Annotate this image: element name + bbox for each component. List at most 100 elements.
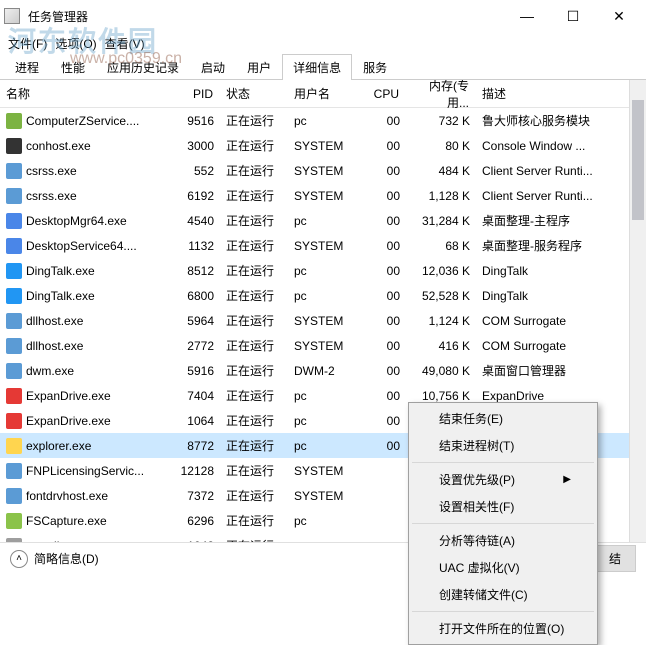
table-row[interactable]: DesktopMgr64.exe4540正在运行pc0031,284 K桌面整理… — [0, 208, 629, 233]
col-mem[interactable]: 内存(专用... — [406, 80, 476, 115]
process-name: FNPLicensingServic... — [26, 464, 144, 478]
scrollbar-thumb[interactable] — [632, 100, 644, 220]
process-user: SYSTEM — [288, 187, 364, 205]
tab-history[interactable]: 应用历史记录 — [96, 54, 190, 80]
table-row[interactable]: dllhost.exe2772正在运行SYSTEM00416 KCOM Surr… — [0, 333, 629, 358]
process-name: ExpanDrive.exe — [26, 389, 111, 403]
process-mem: 416 K — [406, 337, 476, 355]
process-pid: 4540 — [170, 212, 220, 230]
grid-header: 名称 PID 状态 用户名 CPU 内存(专用... 描述 — [0, 80, 629, 108]
process-mem: 68 K — [406, 237, 476, 255]
process-desc: Client Server Runti... — [476, 162, 616, 180]
table-row[interactable]: dllhost.exe5964正在运行SYSTEM001,124 KCOM Su… — [0, 308, 629, 333]
process-pid: 6296 — [170, 512, 220, 530]
process-name: explorer.exe — [26, 439, 91, 453]
ctx-analyze[interactable]: 分析等待链(A) — [411, 527, 595, 554]
col-pid[interactable]: PID — [170, 83, 220, 105]
menu-options[interactable]: 选项(O) — [55, 35, 96, 52]
tab-performance[interactable]: 性能 — [50, 54, 96, 80]
process-desc: DingTalk — [476, 262, 616, 280]
table-row[interactable]: DesktopService64....1132正在运行SYSTEM0068 K… — [0, 233, 629, 258]
process-pid: 5916 — [170, 362, 220, 380]
process-status: 正在运行 — [220, 335, 288, 356]
menubar: 文件(F) 选项(O) 查看(V) — [0, 32, 646, 54]
process-pid: 9516 — [170, 112, 220, 130]
tab-users[interactable]: 用户 — [236, 54, 282, 80]
process-status: 正在运行 — [220, 460, 288, 481]
process-pid: 12128 — [170, 462, 220, 480]
menu-file[interactable]: 文件(F) — [8, 35, 47, 52]
process-cpu: 00 — [364, 112, 406, 130]
process-cpu — [364, 494, 406, 498]
process-status: 正在运行 — [220, 260, 288, 281]
fewer-details-button[interactable]: ˄ 简略信息(D) — [10, 550, 99, 568]
ctx-uac[interactable]: UAC 虚拟化(V) — [411, 554, 595, 581]
end-task-button[interactable]: 结 — [594, 545, 636, 572]
process-user: SYSTEM — [288, 337, 364, 355]
process-pid: 3000 — [170, 137, 220, 155]
process-user: pc — [288, 287, 364, 305]
col-cpu[interactable]: CPU — [364, 83, 406, 105]
process-user: SYSTEM — [288, 312, 364, 330]
process-pid: 1048 — [170, 537, 220, 543]
ctx-affinity[interactable]: 设置相关性(F) — [411, 493, 595, 520]
ctx-priority[interactable]: 设置优先级(P)▶ — [411, 466, 595, 493]
ctx-separator — [412, 462, 594, 463]
menu-view[interactable]: 查看(V) — [105, 35, 145, 52]
table-row[interactable]: csrss.exe6192正在运行SYSTEM001,128 KClient S… — [0, 183, 629, 208]
process-desc: 桌面窗口管理器 — [476, 360, 616, 381]
process-cpu: 00 — [364, 237, 406, 255]
table-row[interactable]: DingTalk.exe8512正在运行pc0012,036 KDingTalk — [0, 258, 629, 283]
process-pid: 7404 — [170, 387, 220, 405]
col-user[interactable]: 用户名 — [288, 81, 364, 106]
process-pid: 5964 — [170, 312, 220, 330]
table-row[interactable]: ComputerZService....9516正在运行pc00732 K鲁大师… — [0, 108, 629, 133]
tab-startup[interactable]: 启动 — [190, 54, 236, 80]
tab-services[interactable]: 服务 — [352, 54, 398, 80]
process-desc: COM Surrogate — [476, 312, 616, 330]
process-icon — [6, 263, 22, 279]
process-status: 正在运行 — [220, 485, 288, 506]
process-icon — [6, 388, 22, 404]
process-mem: 12,036 K — [406, 262, 476, 280]
ctx-end-task[interactable]: 结束任务(E) — [411, 405, 595, 432]
process-user: SYSTEM — [288, 137, 364, 155]
table-row[interactable]: conhost.exe3000正在运行SYSTEM0080 KConsole W… — [0, 133, 629, 158]
tab-details[interactable]: 详细信息 — [282, 54, 352, 80]
col-desc[interactable]: 描述 — [476, 81, 616, 106]
ctx-separator — [412, 523, 594, 524]
process-pid: 6800 — [170, 287, 220, 305]
ctx-end-tree[interactable]: 结束进程树(T) — [411, 432, 595, 459]
process-name: dllhost.exe — [26, 339, 83, 353]
process-icon — [6, 313, 22, 329]
tabstrip: 进程 性能 应用历史记录 启动 用户 详细信息 服务 — [0, 54, 646, 80]
process-cpu: 00 — [364, 312, 406, 330]
close-button[interactable]: ✕ — [596, 1, 642, 31]
process-icon — [6, 438, 22, 454]
table-row[interactable]: csrss.exe552正在运行SYSTEM00484 KClient Serv… — [0, 158, 629, 183]
process-status: 正在运行 — [220, 135, 288, 156]
process-cpu: 00 — [364, 212, 406, 230]
process-status: 正在运行 — [220, 410, 288, 431]
minimize-button[interactable]: — — [504, 1, 550, 31]
process-cpu: 00 — [364, 162, 406, 180]
process-status: 正在运行 — [220, 535, 288, 542]
col-name[interactable]: 名称 — [0, 81, 170, 106]
col-status[interactable]: 状态 — [220, 81, 288, 106]
table-row[interactable]: dwm.exe5916正在运行DWM-20049,080 K桌面窗口管理器 — [0, 358, 629, 383]
process-name: DesktopService64.... — [26, 239, 137, 253]
maximize-button[interactable]: ☐ — [550, 1, 596, 31]
process-pid: 8772 — [170, 437, 220, 455]
process-status: 正在运行 — [220, 210, 288, 231]
chevron-up-icon: ˄ — [10, 550, 28, 568]
process-mem: 1,128 K — [406, 187, 476, 205]
ctx-dump[interactable]: 创建转储文件(C) — [411, 581, 595, 608]
ctx-open-location[interactable]: 打开文件所在的位置(O) — [411, 615, 595, 642]
vertical-scrollbar[interactable] — [629, 80, 646, 542]
process-icon — [6, 488, 22, 504]
tab-processes[interactable]: 进程 — [4, 54, 50, 80]
process-user: DWM-2 — [288, 362, 364, 380]
process-icon — [6, 463, 22, 479]
table-row[interactable]: DingTalk.exe6800正在运行pc0052,528 KDingTalk — [0, 283, 629, 308]
context-menu: 结束任务(E) 结束进程树(T) 设置优先级(P)▶ 设置相关性(F) 分析等待… — [408, 402, 598, 645]
